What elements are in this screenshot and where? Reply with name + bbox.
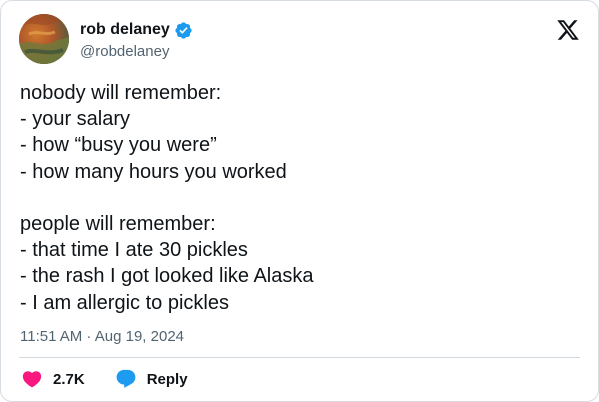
- x-logo-icon[interactable]: [556, 18, 580, 42]
- tweet-text: nobody will remember: - your salary - ho…: [20, 82, 314, 314]
- like-count: 2.7K: [53, 370, 85, 388]
- author-name[interactable]: rob delaney: [80, 21, 170, 39]
- tweet-card: rob delaney @robdelaney nobody will reme…: [0, 0, 599, 402]
- verified-badge-icon: [174, 21, 193, 40]
- like-button[interactable]: 2.7K: [21, 368, 85, 390]
- tweet-timestamp[interactable]: 11:51 AM · Aug 19, 2024: [20, 328, 184, 345]
- divider: [19, 357, 580, 358]
- reply-label: Reply: [146, 370, 188, 388]
- avatar[interactable]: [19, 14, 69, 64]
- avatar-image: [19, 14, 69, 64]
- author-name-row: rob delaney: [80, 19, 193, 41]
- speech-bubble-icon: [115, 368, 137, 390]
- author-handle[interactable]: @robdelaney: [80, 43, 193, 60]
- tweet-header: rob delaney @robdelaney: [19, 14, 193, 64]
- reply-button[interactable]: Reply: [115, 368, 188, 390]
- tweet-actions: 2.7K Reply: [21, 368, 188, 390]
- heart-icon: [21, 368, 43, 390]
- author-identity: rob delaney @robdelaney: [80, 18, 193, 60]
